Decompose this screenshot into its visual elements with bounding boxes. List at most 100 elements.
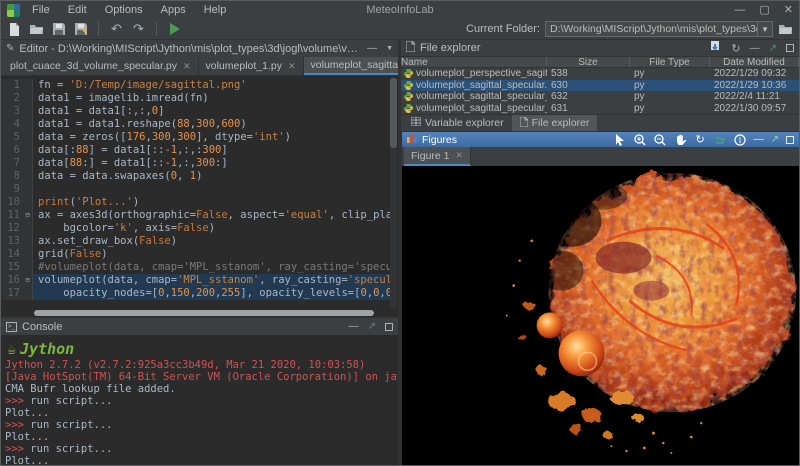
code-line[interactable]: 5data = zeros([176,300,300], dtype='int'… [1, 131, 390, 144]
code-line[interactable]: 10print('Plot...') [1, 196, 390, 209]
figures-float-icon[interactable]: ↗ [771, 134, 779, 145]
pan-hand-icon[interactable] [674, 133, 687, 146]
figure-canvas[interactable] [402, 166, 799, 465]
file-row[interactable]: volumeplot_sagittal_specular_1.py632py20… [401, 91, 799, 103]
cursor-icon[interactable] [614, 133, 627, 146]
zoom-out-icon[interactable] [654, 133, 667, 146]
code-line[interactable]: 14grid(False) [1, 248, 390, 261]
file-row[interactable]: volumeplot_sagittal_specular.py630py2022… [401, 80, 799, 92]
code-line[interactable]: 17 opacity_nodes=[0,150,200,255], opacit… [1, 287, 390, 300]
tab-close-icon[interactable]: ✕ [288, 61, 296, 72]
file-explorer-maximize-icon[interactable] [786, 44, 794, 52]
tab-figure-1[interactable]: Figure 1 ✕ [404, 147, 471, 166]
code-line[interactable]: 8data = data.swapaxes(0, 1) [1, 170, 390, 183]
code-text[interactable] [33, 183, 390, 196]
file-table-header[interactable]: NameSizeFile TypeDate Modified [401, 56, 799, 68]
code-text[interactable]: data = zeros([176,300,300], dtype='int') [33, 131, 390, 144]
menu-options[interactable]: Options [105, 4, 143, 16]
tab-variable-explorer[interactable]: Variable explorer [403, 115, 512, 131]
info-icon[interactable]: i [734, 133, 747, 146]
editor-horizontal-scrollbar[interactable] [34, 310, 388, 316]
console-output[interactable]: ☕ Jython Jython 2.7.2 (v2.7.2:925a3cc3b4… [1, 335, 398, 465]
code-text[interactable]: ax = axes3d(orthographic=False, aspect='… [33, 209, 390, 222]
fold-marker-icon[interactable]: ⊟ [23, 274, 33, 287]
code-line[interactable]: 9 [1, 183, 390, 196]
refresh-icon[interactable]: ↻ [731, 42, 740, 55]
editor-tab[interactable]: plot_cuace_3d_volume_specular.py✕ [3, 57, 199, 75]
file-explorer-minimize-icon[interactable]: — [750, 43, 760, 54]
code-line[interactable]: 1fn = 'D:/Temp/image/sagittal.png' [1, 79, 390, 92]
current-folder-value[interactable]: D:\Working\MIScript\Jython\mis\plot_type… [546, 23, 757, 35]
open-folder-icon[interactable] [29, 22, 44, 37]
code-text[interactable]: data = data.swapaxes(0, 1) [33, 170, 390, 183]
file-row[interactable]: volumeplot_sagittal_specular_2.py631py20… [401, 103, 799, 115]
menu-edit[interactable]: Edit [68, 4, 87, 16]
menu-apps[interactable]: Apps [161, 4, 186, 16]
console-maximize-icon[interactable] [385, 323, 393, 331]
import-icon[interactable] [710, 41, 722, 55]
maximize-button[interactable]: ▢ [759, 5, 769, 15]
save-as-icon[interactable] [73, 22, 88, 37]
code-line[interactable]: 16⊟volumeplot(data, cmap='MPL_sstanom', … [1, 274, 390, 287]
tab-file-explorer[interactable]: File explorer [512, 115, 598, 131]
code-text[interactable]: #volumeplot(data, cmap='MPL_sstanom', ra… [33, 261, 390, 274]
figure-tab-close-icon[interactable]: ✕ [456, 150, 464, 161]
column-header[interactable]: File Type [630, 57, 710, 67]
code-line[interactable]: 13ax.set_draw_box(False) [1, 235, 390, 248]
code-text[interactable]: data1 = imagelib.imread(fn) [33, 92, 390, 105]
figures-minimize-icon[interactable]: — [754, 134, 764, 145]
column-header[interactable]: Date Modified [710, 57, 799, 67]
code-text[interactable]: ax.set_draw_box(False) [33, 235, 390, 248]
new-file-icon[interactable] [7, 22, 22, 37]
code-text[interactable]: fn = 'D:/Temp/image/sagittal.png' [33, 79, 390, 92]
code-line[interactable]: 6 data[:88] = data1[::-1,:,:300] [1, 144, 390, 157]
rotate-icon[interactable]: ↻ [694, 133, 707, 146]
code-line[interactable]: 15#volumeplot(data, cmap='MPL_sstanom', … [1, 261, 390, 274]
code-editor[interactable]: 1fn = 'D:/Temp/image/sagittal.png'2data1… [1, 76, 398, 317]
zoom-in-icon[interactable] [634, 133, 647, 146]
code-line[interactable]: 7data[88:] = data1[::-1,:,300:] [1, 157, 390, 170]
code-segment: 300 [177, 131, 196, 143]
editor-minimize-icon[interactable]: — [367, 43, 377, 54]
editor-tab[interactable]: volumeplot_1.py✕ [199, 57, 304, 75]
save-icon[interactable] [51, 22, 66, 37]
code-text[interactable]: print('Plot...') [33, 196, 390, 209]
tab-close-icon[interactable]: ✕ [183, 61, 191, 72]
console-float-icon[interactable]: ↗ [368, 321, 376, 332]
run-icon[interactable] [167, 22, 182, 37]
code-line[interactable]: 12 bgcolor='k', axis=False) [1, 222, 390, 235]
code-text[interactable]: grid(False) [33, 248, 390, 261]
minimize-button[interactable]: — [734, 5, 745, 15]
console-minimize-icon[interactable]: — [349, 321, 359, 332]
code-line[interactable]: 4data1 = data1.reshape(88,300,600) [1, 118, 390, 131]
code-segment: -1 [164, 157, 177, 169]
fold-marker-icon[interactable]: ⊟ [23, 209, 33, 222]
file-row[interactable]: volumeplot_perspective_sagittal_sp...538… [401, 68, 799, 80]
browse-folder-icon[interactable] [778, 22, 793, 37]
code-text[interactable]: data1 = data1[:,:,0] [33, 105, 390, 118]
current-folder-combobox[interactable]: D:\Working\MIScript\Jython\mis\plot_type… [545, 21, 773, 37]
editor-vertical-scrollbar[interactable] [390, 78, 397, 308]
chevron-down-icon[interactable]: ▼ [757, 22, 772, 36]
menu-help[interactable]: Help [204, 4, 227, 16]
menu-file[interactable]: File [32, 4, 50, 16]
code-line[interactable]: 2data1 = imagelib.imread(fn) [1, 92, 390, 105]
file-explorer-float-icon[interactable]: ↗ [769, 43, 777, 54]
code-text[interactable]: bgcolor='k', axis=False) [33, 222, 390, 235]
code-line[interactable]: 3data1 = data1[:,:,0] [1, 105, 390, 118]
close-button[interactable]: ✕ [784, 5, 793, 15]
undo-icon[interactable]: ↶ [109, 22, 124, 37]
code-text[interactable]: data[:88] = data1[::-1,:,:300] [33, 144, 390, 157]
code-line[interactable]: 11⊟ax = axes3d(orthographic=False, aspec… [1, 209, 390, 222]
code-text[interactable]: opacity_nodes=[0,150,200,255], opacity_l… [33, 287, 390, 300]
code-text[interactable]: volumeplot(data, cmap='MPL_sstanom', ray… [33, 274, 390, 287]
line-number: 6 [1, 144, 23, 157]
column-header[interactable]: Name [401, 57, 547, 67]
code-text[interactable]: data1 = data1.reshape(88,300,600) [33, 118, 390, 131]
globe-icon[interactable] [714, 133, 727, 146]
figures-maximize-icon[interactable] [786, 136, 794, 144]
column-header[interactable]: Size [547, 57, 630, 67]
redo-icon[interactable]: ↷ [131, 22, 146, 37]
editor-menu-icon[interactable]: ▼ [386, 45, 393, 52]
code-text[interactable]: data[88:] = data1[::-1,:,300:] [33, 157, 390, 170]
